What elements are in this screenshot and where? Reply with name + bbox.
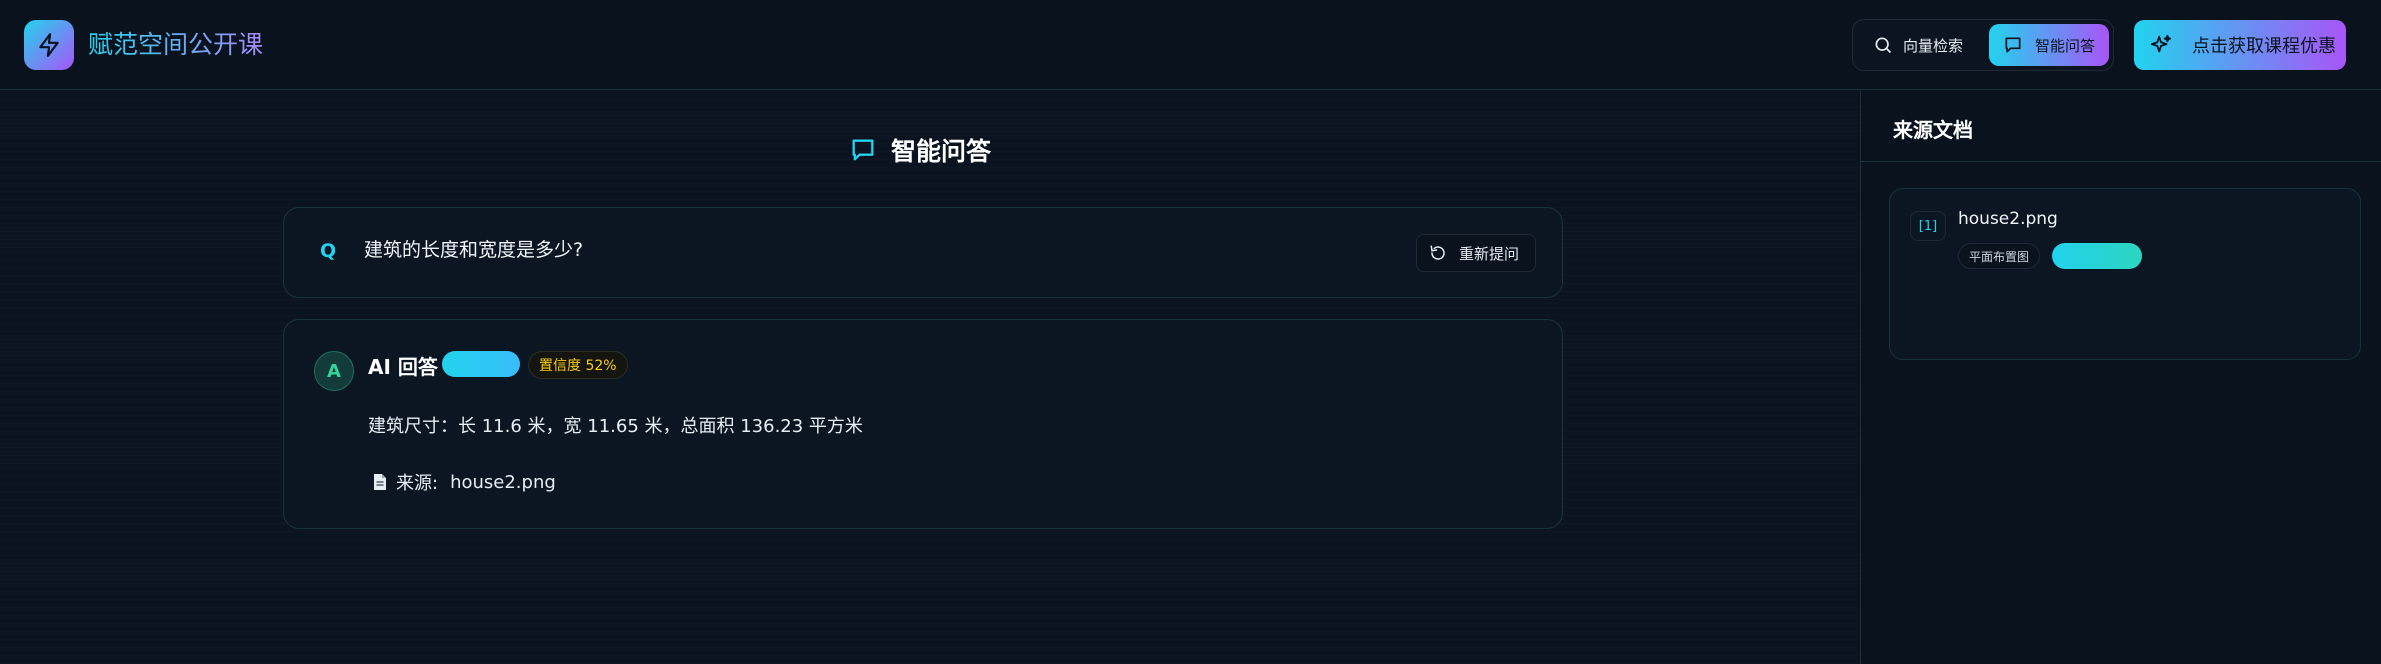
logo[interactable] xyxy=(24,20,74,70)
answer-status-badge xyxy=(442,351,520,377)
promo-label: 点击获取课程优惠 xyxy=(2192,36,2336,57)
document-name: house2.png xyxy=(1958,209,2058,229)
source-file[interactable]: house2.png xyxy=(450,472,556,493)
answer-title: AI 回答 xyxy=(368,355,438,379)
promo-button[interactable]: 点击获取课程优惠 xyxy=(2134,20,2346,70)
page-title-text: 智能问答 xyxy=(891,137,992,166)
answer-text: 建筑尺寸：长 11.6 米，宽 11.65 米，总面积 136.23 平方米 xyxy=(368,416,863,437)
mode-switch: 向量检索 智能问答 xyxy=(1852,19,2114,71)
top-bar: 赋范空间公开课 向量检索 智能问答 点击获取课程优惠 xyxy=(0,0,2381,90)
reask-label: 重新提问 xyxy=(1459,244,1520,263)
mode-vector-label: 向量检索 xyxy=(1903,36,1964,55)
page-title: 智能问答 xyxy=(849,130,991,170)
confidence-badge: 置信度 52% xyxy=(528,351,628,379)
search-icon xyxy=(1873,35,1893,55)
answer-card: A AI 回答 置信度 52% 建筑尺寸：长 11.6 米，宽 11.65 米，… xyxy=(283,319,1563,529)
document-card[interactable]: [1] house2.png 平面布置图 xyxy=(1889,188,2361,360)
document-index: [1] xyxy=(1910,211,1946,241)
question-marker: Q xyxy=(320,240,337,262)
side-panel-title: 来源文档 xyxy=(1893,118,1973,142)
mode-qa-button[interactable]: 智能问答 xyxy=(1989,24,2109,66)
lightning-icon xyxy=(36,32,62,58)
chat-icon xyxy=(2003,35,2023,55)
document-tag: 平面布置图 xyxy=(1958,243,2041,269)
ai-avatar: A xyxy=(314,351,354,391)
source-label: 来源: xyxy=(396,473,439,494)
sparkle-icon xyxy=(2150,34,2172,56)
mode-vector-search-button[interactable]: 向量检索 xyxy=(1865,26,1985,64)
mode-qa-label: 智能问答 xyxy=(2035,36,2096,55)
source-documents-panel: 来源文档 [1] house2.png 平面布置图 xyxy=(1860,90,2381,664)
reask-button[interactable]: 重新提问 xyxy=(1416,234,1536,272)
chat-icon xyxy=(849,136,877,164)
refresh-icon xyxy=(1429,244,1447,262)
document-status-badge xyxy=(2052,243,2142,269)
brand-name[interactable]: 赋范空间公开课 xyxy=(88,27,263,63)
question-text: 建筑的长度和宽度是多少? xyxy=(364,239,584,261)
document-icon xyxy=(372,473,388,491)
answer-source: 来源: house2.png xyxy=(372,469,556,495)
question-card: Q 建筑的长度和宽度是多少? 重新提问 xyxy=(283,207,1563,298)
side-panel-header: 来源文档 xyxy=(1861,90,2381,162)
